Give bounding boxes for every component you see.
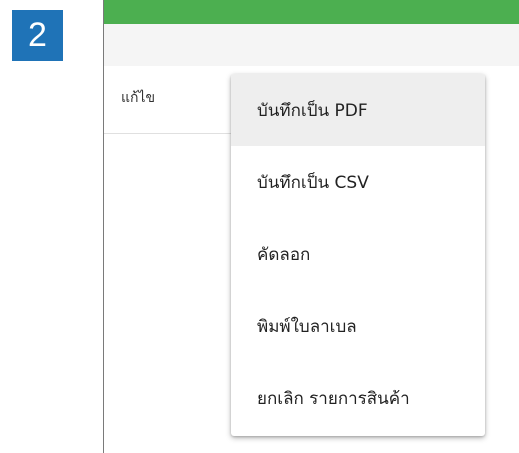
header-band [104, 24, 519, 66]
screenshot-root: 2 แก้ไข บันทึกเป็น PDF บันทึกเป็น CSV คั… [0, 0, 519, 453]
edit-dropdown-menu: บันทึกเป็น PDF บันทึกเป็น CSV คัดลอก พิม… [231, 74, 485, 436]
edit-menu-trigger[interactable]: แก้ไข [121, 87, 155, 109]
menu-item-save-csv[interactable]: บันทึกเป็น CSV [231, 146, 485, 218]
top-status-bar [104, 0, 519, 24]
step-number-badge: 2 [12, 10, 63, 61]
menu-item-cancel-item[interactable]: ยกเลิก รายการสินค้า [231, 362, 485, 434]
menu-item-print-label[interactable]: พิมพ์ใบลาเบล [231, 290, 485, 362]
menu-item-copy[interactable]: คัดลอก [231, 218, 485, 290]
row-divider [104, 133, 234, 134]
menu-item-save-pdf[interactable]: บันทึกเป็น PDF [231, 74, 485, 146]
